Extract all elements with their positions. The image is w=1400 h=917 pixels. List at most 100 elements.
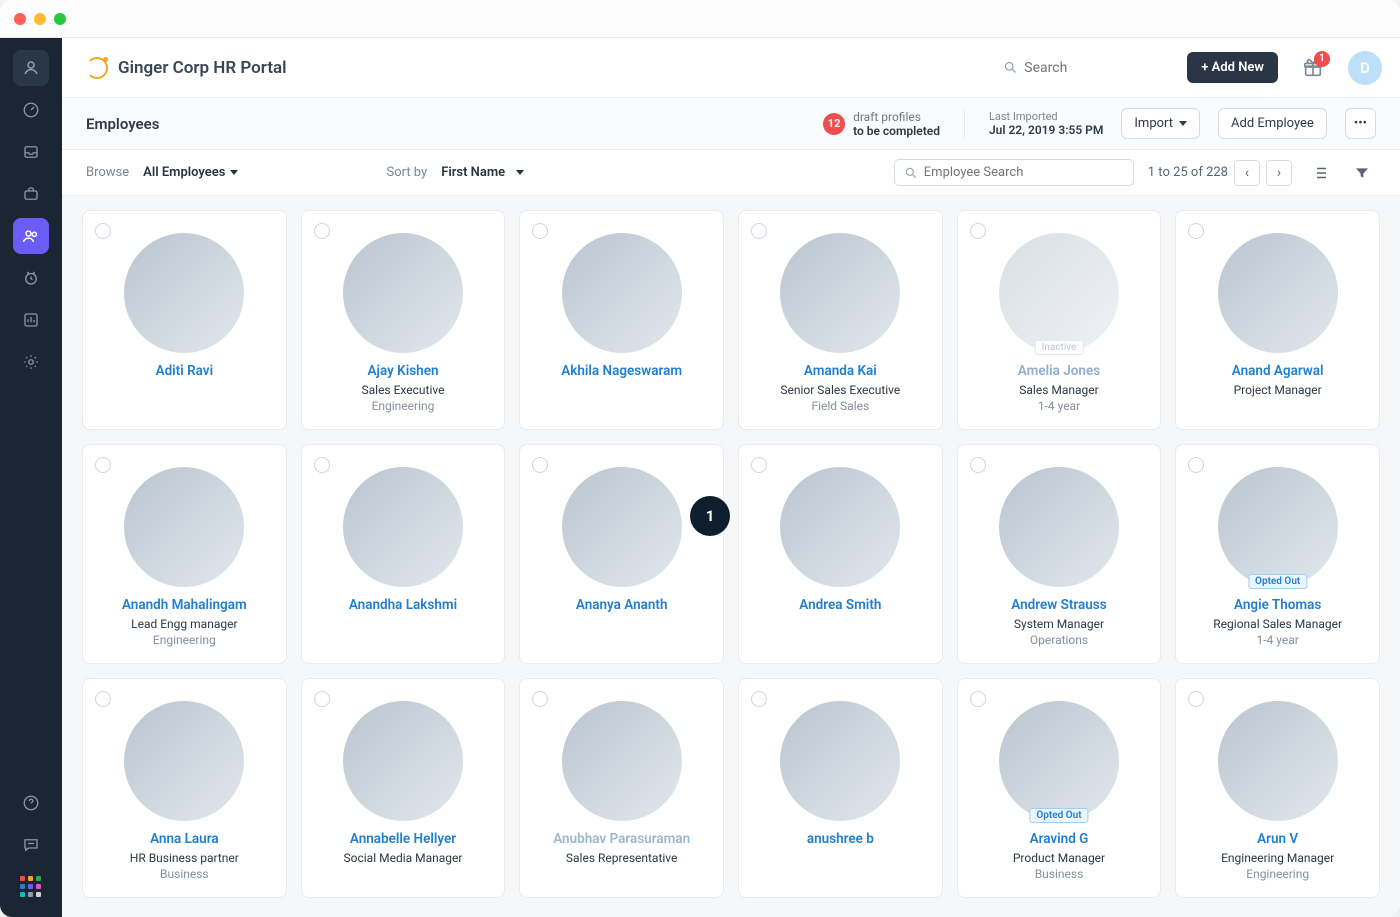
select-checkbox[interactable] xyxy=(751,223,767,239)
employee-grid: Aditi RaviAjay KishenSales ExecutiveEngi… xyxy=(62,196,1400,917)
brand: Ginger Corp HR Portal xyxy=(86,57,287,79)
sidenav-inbox-icon[interactable] xyxy=(13,134,49,170)
select-checkbox[interactable] xyxy=(532,223,548,239)
employee-card[interactable]: Akhila Nageswaram xyxy=(519,210,724,430)
select-checkbox[interactable] xyxy=(1188,223,1204,239)
window-titlebar xyxy=(0,0,1400,38)
sort-dropdown[interactable]: First Name xyxy=(441,165,524,180)
add-new-button[interactable]: + Add New xyxy=(1187,52,1278,83)
employee-dept: Business xyxy=(160,867,209,881)
select-checkbox[interactable] xyxy=(95,223,111,239)
employee-card[interactable]: InactiveAmelia JonesSales Manager1-4 yea… xyxy=(957,210,1162,430)
view-list-icon[interactable] xyxy=(1306,159,1334,187)
select-checkbox[interactable] xyxy=(970,223,986,239)
employee-name: Annabelle Hellyer xyxy=(350,831,456,847)
employee-name: Anand Agarwal xyxy=(1232,363,1324,379)
select-checkbox[interactable] xyxy=(314,691,330,707)
browse-dropdown[interactable]: All Employees xyxy=(143,165,238,180)
page-next-button[interactable]: › xyxy=(1266,160,1292,186)
employee-name: Anandh Mahalingam xyxy=(122,597,247,613)
sidenav-chat-icon[interactable] xyxy=(13,827,49,863)
select-checkbox[interactable] xyxy=(1188,457,1204,473)
employee-photo xyxy=(1218,233,1338,353)
sidenav-dashboard-icon[interactable] xyxy=(13,92,49,128)
employee-search[interactable] xyxy=(894,159,1134,186)
employee-role: Engineering Manager xyxy=(1221,851,1334,865)
traffic-light-zoom[interactable] xyxy=(54,13,66,25)
employee-dept: Operations xyxy=(1030,633,1088,647)
select-checkbox[interactable] xyxy=(751,457,767,473)
filter-icon[interactable] xyxy=(1348,159,1376,187)
employee-search-input[interactable] xyxy=(924,165,1124,180)
traffic-light-close[interactable] xyxy=(14,13,26,25)
status-tag: Opted Out xyxy=(1029,808,1088,823)
select-checkbox[interactable] xyxy=(532,691,548,707)
last-imported: Last Imported Jul 22, 2019 3:55 PM xyxy=(989,110,1103,137)
global-search[interactable] xyxy=(1003,60,1173,76)
pagination: 1 to 25 of 228 ‹ › xyxy=(1148,160,1292,186)
select-checkbox[interactable] xyxy=(95,691,111,707)
employee-card[interactable]: Andrea Smith xyxy=(738,444,943,664)
employee-photo xyxy=(124,467,244,587)
employee-card[interactable]: Anubhav ParasuramanSales Representative xyxy=(519,678,724,898)
select-checkbox[interactable] xyxy=(970,691,986,707)
sidenav-apps-icon[interactable] xyxy=(13,869,49,905)
employee-photo xyxy=(124,233,244,353)
employee-card[interactable]: Anand AgarwalProject Manager xyxy=(1175,210,1380,430)
employee-photo xyxy=(562,233,682,353)
user-avatar[interactable]: D xyxy=(1348,51,1382,85)
sidenav-people-icon[interactable] xyxy=(13,218,49,254)
page-prev-button[interactable]: ‹ xyxy=(1234,160,1260,186)
filter-bar: Browse All Employees Sort by First Name … xyxy=(62,150,1400,196)
tour-step-badge: 1 xyxy=(690,496,730,536)
gift-icon[interactable]: 1 xyxy=(1302,57,1324,79)
employee-card[interactable]: Ajay KishenSales ExecutiveEngineering xyxy=(301,210,506,430)
brand-title: Ginger Corp HR Portal xyxy=(118,58,287,78)
sidenav-help-icon[interactable] xyxy=(13,785,49,821)
employee-card[interactable]: Anandh MahalingamLead Engg managerEngine… xyxy=(82,444,287,664)
employee-dept: Engineering xyxy=(372,399,435,413)
employee-card[interactable]: Anna LauraHR Business partnerBusiness xyxy=(82,678,287,898)
employee-card[interactable]: Opted OutAravind GProduct ManagerBusines… xyxy=(957,678,1162,898)
draft-profiles-notice[interactable]: 12 draft profiles to be completed xyxy=(823,110,940,138)
employee-name: Angie Thomas xyxy=(1234,597,1321,613)
employee-card[interactable]: Arun VEngineering ManagerEngineering xyxy=(1175,678,1380,898)
select-checkbox[interactable] xyxy=(970,457,986,473)
side-nav xyxy=(0,38,62,917)
select-checkbox[interactable] xyxy=(1188,691,1204,707)
employee-card[interactable]: Andrew StraussSystem ManagerOperations xyxy=(957,444,1162,664)
employee-name: anushree b xyxy=(807,831,874,847)
employee-name: Andrea Smith xyxy=(799,597,881,613)
employee-dept: Engineering xyxy=(1246,867,1309,881)
select-checkbox[interactable] xyxy=(95,457,111,473)
select-checkbox[interactable] xyxy=(314,457,330,473)
select-checkbox[interactable] xyxy=(751,691,767,707)
sidenav-clock-icon[interactable] xyxy=(13,260,49,296)
employee-role: Sales Executive xyxy=(362,383,445,397)
page-header: Employees 12 draft profiles to be comple… xyxy=(62,98,1400,150)
employee-card[interactable]: Ananya Ananth xyxy=(519,444,724,664)
employee-photo xyxy=(562,467,682,587)
employee-role: Senior Sales Executive xyxy=(780,383,900,397)
employee-photo xyxy=(562,701,682,821)
employee-name: Anubhav Parasuraman xyxy=(553,831,690,847)
employee-card[interactable]: Aditi Ravi xyxy=(82,210,287,430)
employee-card[interactable]: Amanda KaiSenior Sales ExecutiveField Sa… xyxy=(738,210,943,430)
select-checkbox[interactable] xyxy=(532,457,548,473)
employee-photo xyxy=(780,701,900,821)
add-employee-button[interactable]: Add Employee xyxy=(1218,108,1327,139)
employee-card[interactable]: Opted OutAngie ThomasRegional Sales Mana… xyxy=(1175,444,1380,664)
sidenav-settings-icon[interactable] xyxy=(13,344,49,380)
traffic-light-minimize[interactable] xyxy=(34,13,46,25)
employee-card[interactable]: Annabelle HellyerSocial Media Manager xyxy=(301,678,506,898)
sidenav-reports-icon[interactable] xyxy=(13,302,49,338)
global-search-input[interactable] xyxy=(1024,60,1154,76)
sidenav-logo-icon[interactable] xyxy=(13,50,49,86)
sidenav-briefcase-icon[interactable] xyxy=(13,176,49,212)
more-actions-button[interactable]: ••• xyxy=(1345,108,1376,139)
employee-card[interactable]: Anandha Lakshmi xyxy=(301,444,506,664)
import-button[interactable]: Import xyxy=(1121,108,1200,139)
select-checkbox[interactable] xyxy=(314,223,330,239)
employee-name: Andrew Strauss xyxy=(1011,597,1106,613)
employee-card[interactable]: anushree b xyxy=(738,678,943,898)
